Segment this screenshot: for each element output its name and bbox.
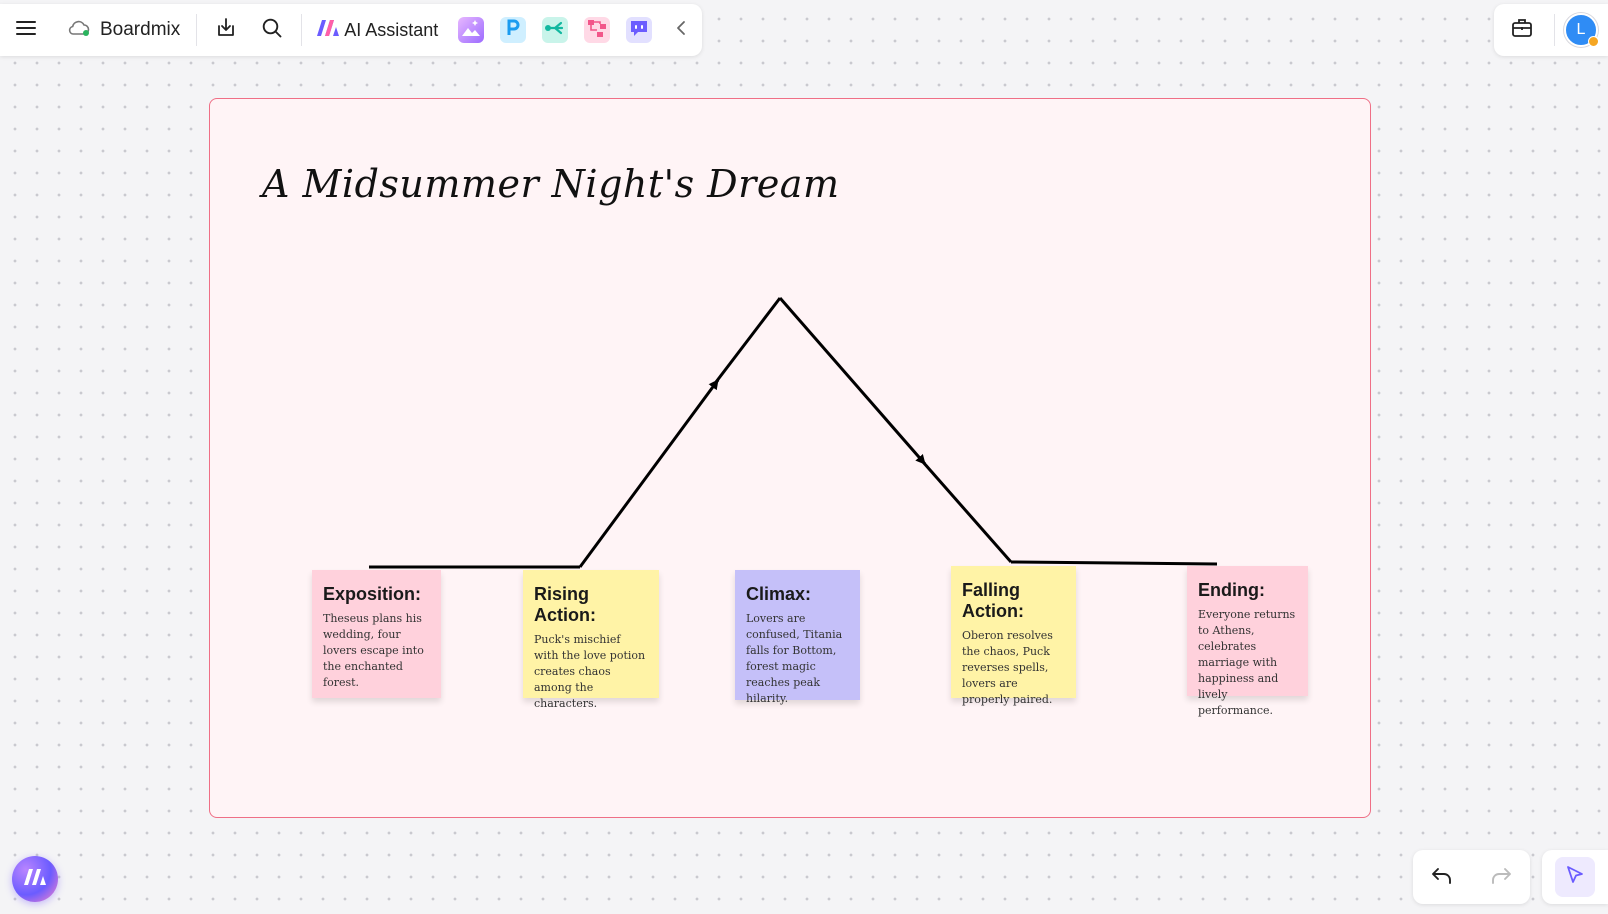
sticky-title: Falling Action: (962, 580, 1024, 621)
ai-assistant-logo-icon (23, 868, 47, 891)
ai-assistant-label: AI Assistant (344, 19, 439, 40)
ai-assistant-button[interactable]: AI Assistant (308, 10, 450, 50)
toolbox-button[interactable] (1494, 10, 1550, 50)
ai-image-button[interactable] (458, 17, 485, 44)
sticky-title: Rising Action: (534, 584, 596, 625)
sticky-ending[interactable]: Ending: Everyone returns to Athens, cele… (1187, 566, 1308, 717)
user-avatar-button[interactable]: L (1559, 10, 1603, 50)
sticky-title: Exposition: (323, 584, 421, 604)
ai-fab-button[interactable] (12, 856, 58, 902)
select-tool-button[interactable] (1555, 857, 1595, 897)
ai-flowchart-button[interactable] (584, 17, 611, 43)
sticky-body: Lovers are confused, Titania falls for B… (746, 612, 843, 705)
ai-presentation-icon (504, 19, 522, 42)
ai-flowchart-icon (587, 18, 607, 43)
sticky-title: Climax: (746, 584, 812, 604)
ai-mindmap-icon (544, 19, 566, 42)
top-toolbar: Boardmix AI Assistant (0, 4, 702, 56)
select-cursor-icon (1565, 865, 1585, 890)
toolbar-divider (1554, 14, 1555, 46)
download-button[interactable] (203, 10, 249, 50)
sticky-climax[interactable]: Climax: Lovers are confused, Titania fal… (735, 570, 860, 705)
presence-dot (1588, 36, 1599, 47)
ai-image-icon (460, 17, 482, 44)
redo-button[interactable] (1479, 857, 1523, 897)
app-name: Boardmix (100, 19, 181, 40)
search-button[interactable] (249, 10, 295, 50)
collapse-toolbar-button[interactable] (666, 10, 696, 50)
ai-chat-icon (629, 18, 649, 43)
ai-presentation-button[interactable] (500, 17, 527, 43)
board-frame[interactable] (209, 98, 1371, 818)
ai-mindmap-button[interactable] (542, 17, 569, 43)
download-icon (215, 17, 237, 44)
undo-icon (1431, 865, 1453, 890)
avatar: L (1564, 13, 1599, 47)
sticky-exposition[interactable]: Exposition: Theseus plans his wedding, f… (312, 570, 441, 698)
board-title[interactable]: A Midsummer Night's Dream (262, 162, 840, 206)
sticky-falling-action[interactable]: Falling Action: Oberon resolves the chao… (951, 566, 1076, 706)
search-icon (261, 17, 283, 44)
toolbar-divider (196, 14, 198, 46)
redo-icon (1490, 865, 1512, 890)
history-toolbar (1413, 850, 1530, 904)
menu-button[interactable] (0, 10, 52, 50)
chevron-left-icon (676, 20, 686, 41)
brand-button[interactable]: Boardmix (52, 10, 190, 50)
top-right-toolbar: L (1494, 4, 1608, 56)
avatar-initial: L (1576, 21, 1586, 38)
toolbox-icon (1511, 18, 1533, 43)
undo-button[interactable] (1420, 857, 1464, 897)
sticky-body: Oberon resolves the chaos, Puck reverses… (962, 629, 1053, 706)
sticky-rising-action[interactable]: Rising Action: Puck's mischief with the … (523, 570, 659, 710)
ai-assistant-logo-icon (316, 19, 340, 42)
cloud-sync-icon (66, 19, 92, 42)
sticky-title: Ending: (1198, 580, 1265, 600)
sticky-body: Puck's mischief with the love potion cre… (534, 633, 646, 710)
toolbar-divider (301, 14, 303, 46)
ai-chat-button[interactable] (626, 17, 653, 43)
sticky-body: Theseus plans his wedding, four lovers e… (323, 612, 424, 689)
sticky-body: Everyone returns to Athens, celebrates m… (1198, 608, 1296, 717)
select-tool-bar (1542, 850, 1608, 904)
menu-icon (16, 20, 36, 41)
